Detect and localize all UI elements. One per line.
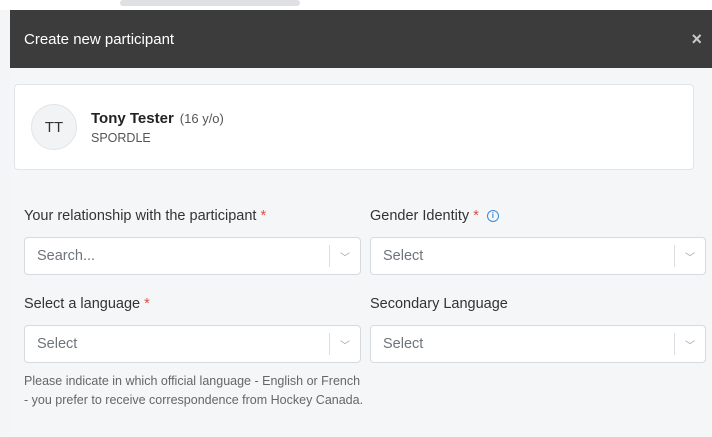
- relationship-select[interactable]: Search... ﹀: [24, 237, 361, 275]
- chevron-down-icon[interactable]: ﹀: [330, 337, 360, 352]
- secondary-language-label-text: Secondary Language: [370, 296, 508, 312]
- background-page-strip: [0, 0, 712, 10]
- participant-name-row: Tony Tester (16 y/o): [91, 110, 224, 127]
- modal-header: Create new participant ×: [10, 10, 712, 68]
- relationship-label: Your relationship with the participant *: [24, 208, 266, 224]
- info-icon[interactable]: i: [486, 210, 499, 223]
- modal-title: Create new participant: [24, 30, 175, 48]
- gender-label-text: Gender Identity: [370, 208, 470, 224]
- required-marker: *: [473, 208, 479, 224]
- gender-label: Gender Identity * i: [370, 208, 499, 224]
- secondary-language-label: Secondary Language: [370, 296, 508, 312]
- language-help-text: Please indicate in which official langua…: [24, 374, 364, 407]
- gender-select[interactable]: Select ﹀: [370, 237, 706, 275]
- close-icon[interactable]: ×: [691, 29, 702, 50]
- chevron-down-icon[interactable]: ﹀: [675, 249, 705, 264]
- gender-value: Select: [383, 248, 424, 264]
- language-label-text: Select a language: [24, 296, 141, 312]
- language-label: Select a language *: [24, 296, 150, 312]
- participant-card: TT Tony Tester (16 y/o) SPORDLE: [14, 84, 694, 170]
- participant-name: Tony Tester: [91, 109, 174, 127]
- background-blur: [120, 0, 300, 6]
- avatar-initials: TT: [44, 118, 64, 136]
- secondary-language-value: Select: [383, 336, 424, 352]
- participant-organization: SPORDLE: [91, 130, 151, 145]
- chevron-down-icon[interactable]: ﹀: [675, 337, 705, 352]
- required-marker: *: [260, 208, 267, 224]
- chevron-down-icon[interactable]: ﹀: [330, 249, 360, 264]
- language-value: Select: [37, 336, 78, 352]
- participant-age: (16 y/o): [179, 110, 224, 126]
- relationship-placeholder: Search...: [37, 248, 96, 264]
- language-select[interactable]: Select ﹀: [24, 325, 361, 363]
- relationship-label-text: Your relationship with the participant: [24, 208, 257, 224]
- secondary-language-select[interactable]: Select ﹀: [370, 325, 706, 363]
- avatar: TT: [31, 104, 77, 150]
- participant-info: Tony Tester (16 y/o) SPORDLE: [91, 110, 224, 145]
- required-marker: *: [144, 296, 150, 312]
